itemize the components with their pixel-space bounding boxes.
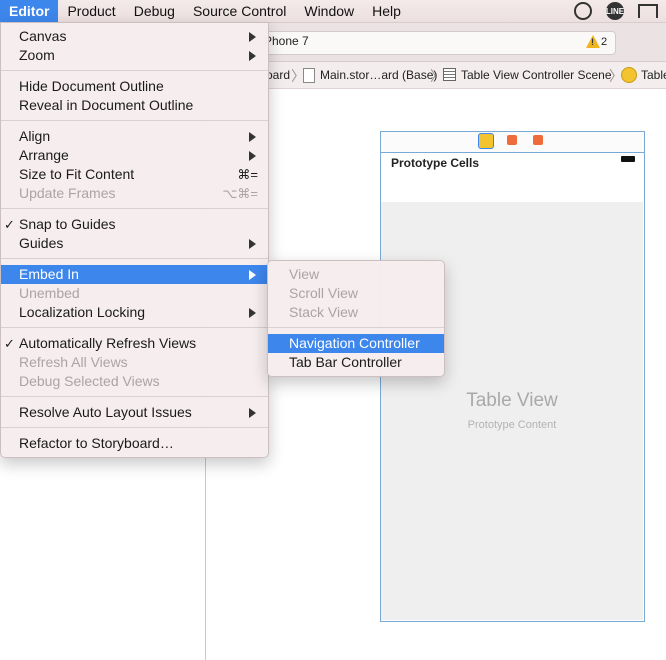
airplay-icon[interactable] <box>638 4 658 18</box>
editor-menu: Canvas Zoom Hide Document Outline Reveal… <box>0 22 269 458</box>
menu-item-canvas[interactable]: Canvas <box>1 27 268 46</box>
menu-item-reveal-in-document-outline[interactable]: Reveal in Document Outline <box>1 96 268 115</box>
submenu-item-stack-view: Stack View <box>289 304 358 320</box>
shortcut-label: ⌘= <box>237 167 258 182</box>
menu-item-arrange[interactable]: Arrange <box>1 146 268 165</box>
breadcrumb-separator: 〉 <box>430 68 444 84</box>
submenu-arrow-icon <box>249 151 256 161</box>
submenu-item-navigation-controller[interactable]: Navigation Controller <box>268 334 444 353</box>
menu-separator <box>1 120 268 121</box>
menu-item-snap-to-guides[interactable]: ✓ Snap to Guides <box>1 215 268 234</box>
menu-item-update-frames: Update Frames ⌥⌘= <box>19 185 258 201</box>
breadcrumb-storyboard[interactable]: oard <box>266 68 290 82</box>
menu-separator <box>1 70 268 71</box>
menu-item-refresh-all-views: Refresh All Views <box>19 354 128 370</box>
menu-item-localization-locking[interactable]: Localization Locking <box>1 303 268 322</box>
checkmark-icon: ✓ <box>4 336 15 351</box>
checkmark-icon: ✓ <box>4 217 15 232</box>
submenu-arrow-icon <box>249 51 256 61</box>
prototype-cells-label: Prototype Cells <box>391 156 480 170</box>
menu-separator <box>1 427 268 428</box>
menu-separator <box>1 208 268 209</box>
menu-item-debug-selected-views: Debug Selected Views <box>19 373 160 389</box>
menu-item-embed-in[interactable]: Embed In <box>1 265 268 284</box>
menu-item-align[interactable]: Align <box>1 127 268 146</box>
warning-mark: ! <box>591 37 594 47</box>
menu-extras: LINE <box>574 0 666 22</box>
menu-editor[interactable]: Editor <box>0 0 59 22</box>
menu-item-hide-document-outline[interactable]: Hide Document Outline <box>1 77 268 96</box>
shortcut-label: ⌥⌘= <box>222 186 258 201</box>
warning-count[interactable]: 2 <box>601 36 607 48</box>
view-controller-icon <box>621 67 637 83</box>
submenu-arrow-icon <box>249 32 256 42</box>
menu-source-control[interactable]: Source Control <box>184 0 295 22</box>
submenu-arrow-icon <box>249 270 256 280</box>
menu-item-unembed: Unembed <box>19 285 80 301</box>
menu-separator <box>1 258 268 259</box>
menu-item-zoom[interactable]: Zoom <box>1 46 268 65</box>
embed-in-submenu: View Scroll View Stack View Navigation C… <box>267 260 445 377</box>
battery-icon <box>621 156 635 162</box>
menu-item-size-to-fit-content[interactable]: Size to Fit Content ⌘= <box>1 165 268 184</box>
table-view-title: Table View <box>466 390 558 411</box>
breadcrumb-scene[interactable]: Table View Controller Scene <box>461 68 612 82</box>
menu-product[interactable]: Product <box>58 0 124 22</box>
storyboard-file-icon <box>303 68 315 83</box>
line-icon[interactable]: LINE <box>606 2 624 20</box>
first-responder-icon[interactable] <box>507 135 517 145</box>
submenu-arrow-icon <box>249 132 256 142</box>
scheme-device-label: Phone 7 <box>264 34 309 48</box>
menu-item-automatically-refresh-views[interactable]: ✓ Automatically Refresh Views <box>1 334 268 353</box>
menu-separator <box>1 327 268 328</box>
submenu-item-tab-bar-controller[interactable]: Tab Bar Controller <box>268 353 444 372</box>
submenu-item-view: View <box>289 266 320 282</box>
creative-cloud-icon[interactable] <box>574 2 592 20</box>
submenu-arrow-icon <box>249 308 256 318</box>
view-controller-icon[interactable] <box>478 133 494 149</box>
submenu-arrow-icon <box>249 408 256 418</box>
menu-item-refactor-to-storyboard[interactable]: Refactor to Storyboard… <box>1 434 268 453</box>
menu-separator <box>268 327 444 328</box>
submenu-arrow-icon <box>249 239 256 249</box>
menu-window[interactable]: Window <box>295 0 363 22</box>
submenu-item-scroll-view: Scroll View <box>289 285 358 301</box>
menu-help[interactable]: Help <box>363 0 410 22</box>
menu-item-resolve-auto-layout-issues[interactable]: Resolve Auto Layout Issues <box>1 403 268 422</box>
menu-item-guides[interactable]: Guides <box>1 234 268 253</box>
menu-bar: Editor Product Debug Source Control Wind… <box>0 0 666 23</box>
exit-icon[interactable] <box>533 135 543 145</box>
breadcrumb-main-storyboard[interactable]: Main.stor…ard (Base) <box>320 68 437 82</box>
menu-debug[interactable]: Debug <box>125 0 184 22</box>
scene-icon <box>443 68 456 81</box>
menu-separator <box>1 396 268 397</box>
breadcrumb-table[interactable]: Table <box>641 68 666 82</box>
table-view-subtitle: Prototype Content <box>467 419 557 431</box>
